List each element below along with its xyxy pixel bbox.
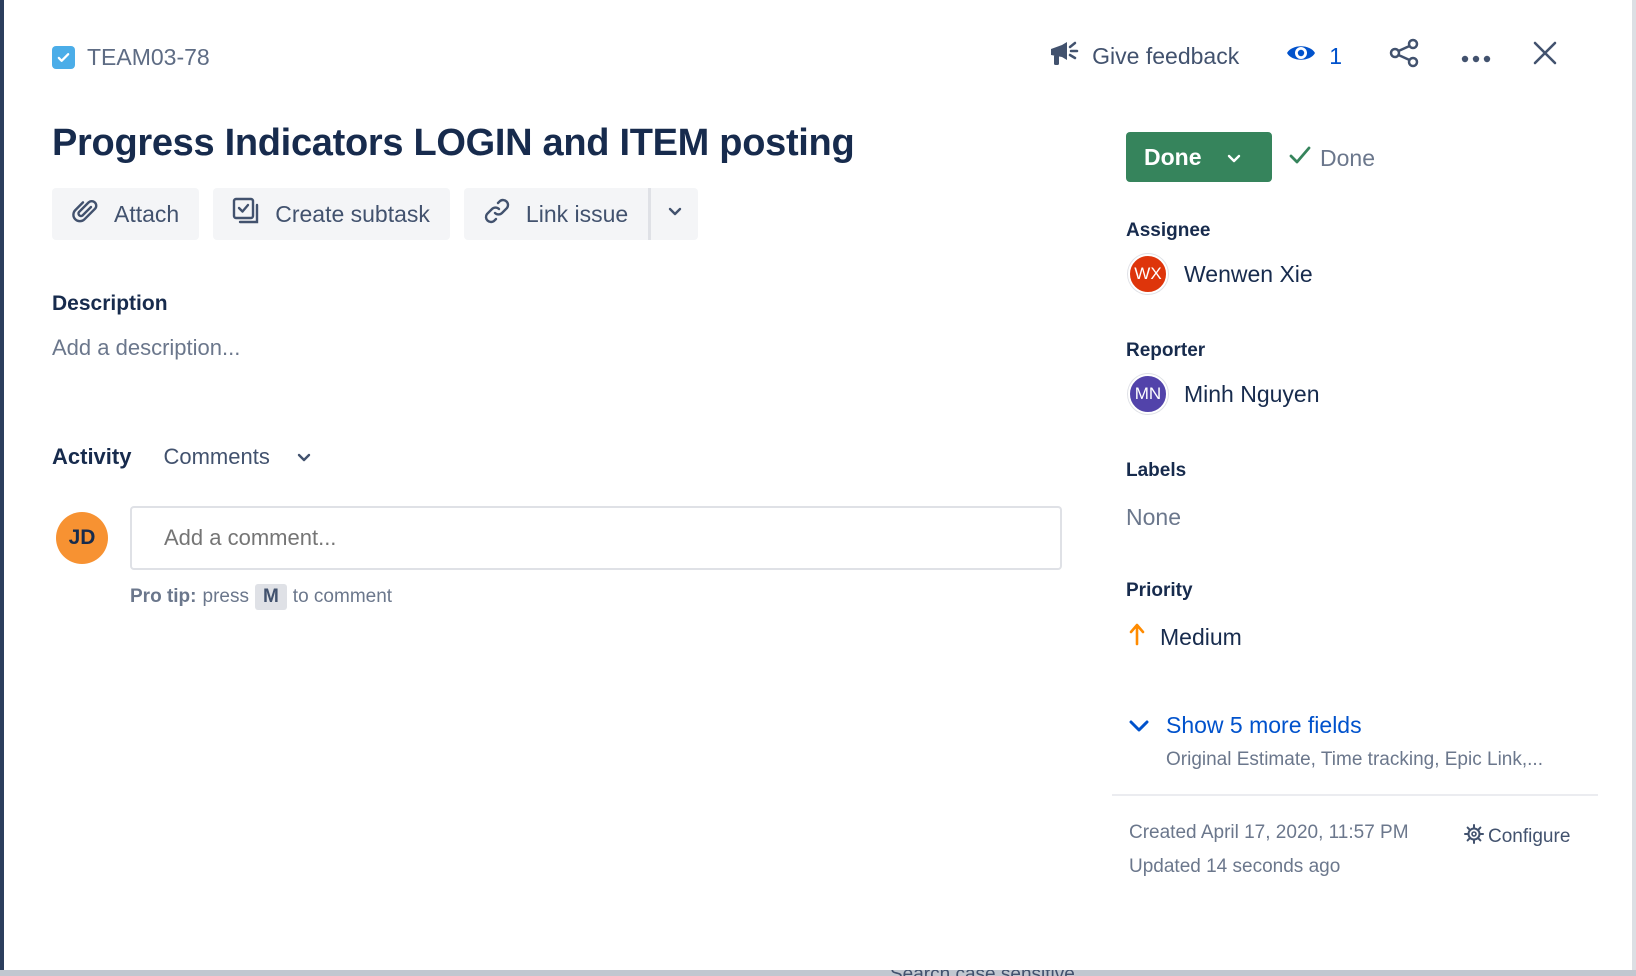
current-user-avatar: JD <box>56 512 108 564</box>
issue-key-breadcrumb[interactable]: TEAM03-78 <box>52 44 210 71</box>
status-label: Done <box>1144 143 1202 170</box>
show-more-label: Show 5 more fields <box>1166 712 1362 738</box>
attach-label: Attach <box>114 200 180 227</box>
protip-press: press <box>202 586 249 607</box>
description-field[interactable]: Add a description... <box>52 335 240 361</box>
issue-key-label[interactable]: TEAM03-78 <box>87 44 210 71</box>
hidden-fields-summary: Original Estimate, Time tracking, Epic L… <box>1166 749 1543 770</box>
megaphone-icon <box>1048 38 1080 74</box>
protip-suffix: to comment <box>292 586 393 607</box>
protip-prefix: Pro tip: <box>130 586 197 607</box>
chevron-down-icon <box>667 205 683 223</box>
issue-title[interactable]: Progress Indicators LOGIN and ITEM posti… <box>52 122 855 165</box>
created-timestamp: Created April 17, 2020, 11:57 PM <box>1129 822 1409 843</box>
meta-divider <box>1112 794 1598 796</box>
issue-action-bar: Attach Create subtask Link issue <box>52 188 699 240</box>
assignee-avatar: WX <box>1128 254 1168 294</box>
task-type-icon <box>52 46 75 69</box>
background-board-strip <box>0 970 1636 976</box>
more-actions-dropdown[interactable] <box>648 188 699 240</box>
eye-icon <box>1285 41 1317 71</box>
priority-value: Medium <box>1160 623 1242 650</box>
create-subtask-button[interactable]: Create subtask <box>213 188 450 240</box>
resolution-label: Done <box>1320 144 1375 171</box>
more-dots-icon <box>1460 43 1492 70</box>
watcher-count: 1 <box>1329 42 1342 69</box>
reporter-field[interactable]: MN Minh Nguyen <box>1128 374 1320 414</box>
issue-modal: TEAM03-78 Give feedback 1 Progress Indic… <box>4 0 1632 970</box>
link-icon <box>482 196 512 232</box>
link-issue-group: Link issue <box>463 188 699 240</box>
labels-label: Labels <box>1126 460 1187 481</box>
link-issue-button[interactable]: Link issue <box>463 188 649 240</box>
status-transition-button[interactable]: Done <box>1126 132 1272 182</box>
configure-label: Configure <box>1488 826 1571 847</box>
link-issue-label: Link issue <box>525 200 629 227</box>
background-edge-right <box>1632 0 1636 976</box>
share-icon <box>1388 38 1420 74</box>
watch-button[interactable]: 1 <box>1271 36 1356 76</box>
activity-filter-select[interactable]: Comments <box>163 444 311 470</box>
assignee-label: Assignee <box>1126 220 1211 241</box>
paperclip-icon <box>70 196 100 232</box>
reporter-name: Minh Nguyen <box>1184 380 1320 407</box>
shortcut-key: M <box>254 584 287 610</box>
attach-button[interactable]: Attach <box>52 188 200 240</box>
updated-timestamp: Updated 14 seconds ago <box>1129 856 1341 877</box>
activity-header: Activity Comments <box>52 444 312 470</box>
gear-icon <box>1464 824 1484 850</box>
reporter-label: Reporter <box>1126 340 1206 361</box>
labels-field[interactable]: None <box>1126 504 1181 531</box>
activity-filter-value: Comments <box>163 444 270 469</box>
priority-field[interactable]: Medium <box>1128 622 1242 652</box>
activity-heading: Activity <box>52 444 132 469</box>
chevron-down-icon <box>1128 712 1150 739</box>
assignee-name: Wenwen Xie <box>1184 260 1313 287</box>
assignee-field[interactable]: WX Wenwen Xie <box>1128 254 1313 294</box>
give-feedback-label: Give feedback <box>1092 42 1240 69</box>
header-actions: Give feedback 1 <box>1034 36 1572 76</box>
chevron-down-icon <box>296 444 312 470</box>
show-more-fields-toggle[interactable]: Show 5 more fields Original Estimate, Ti… <box>1128 712 1543 771</box>
resolution-indicator: Done <box>1288 144 1375 172</box>
description-heading: Description <box>52 292 168 315</box>
close-icon <box>1532 40 1558 72</box>
more-actions-button[interactable] <box>1446 36 1506 76</box>
reporter-avatar: MN <box>1128 374 1168 414</box>
close-button[interactable] <box>1518 36 1572 76</box>
priority-label: Priority <box>1126 580 1193 601</box>
configure-link[interactable]: Configure <box>1464 824 1570 850</box>
checkmark-icon <box>1288 144 1312 172</box>
priority-medium-icon <box>1128 622 1146 652</box>
chevron-down-icon <box>1226 144 1242 171</box>
comment-protip: Pro tip: press M to comment <box>130 584 392 610</box>
subtask-icon <box>231 196 261 232</box>
create-subtask-label: Create subtask <box>275 200 430 227</box>
give-feedback-button[interactable]: Give feedback <box>1034 36 1253 76</box>
share-button[interactable] <box>1374 36 1434 76</box>
comment-input[interactable] <box>130 506 1062 570</box>
